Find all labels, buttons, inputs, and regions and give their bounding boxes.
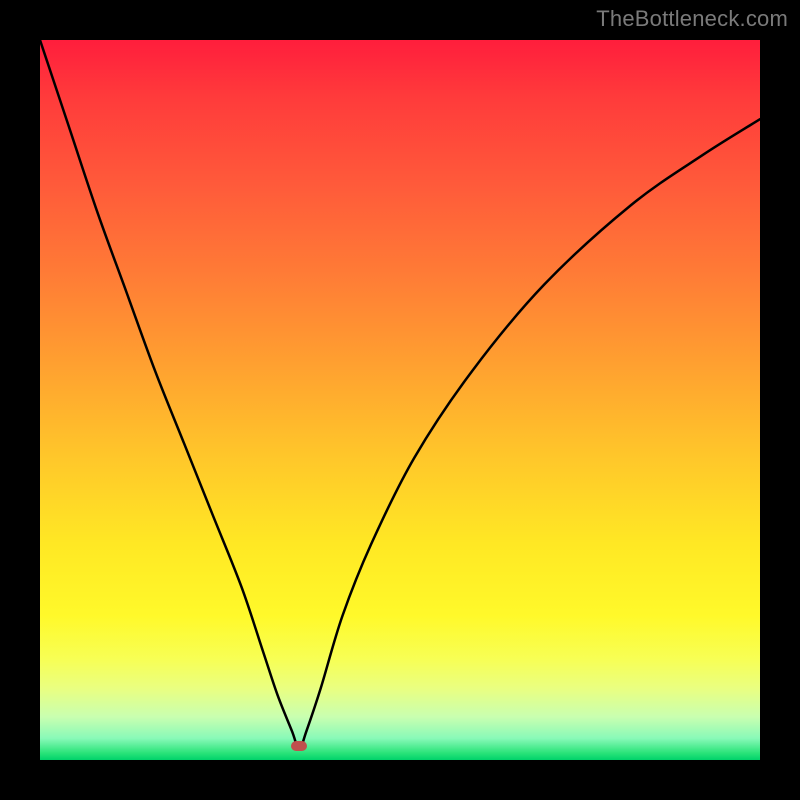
optimal-marker [291,741,307,751]
plot-area [40,40,760,760]
watermark-text: TheBottleneck.com [596,6,788,32]
curve-path [40,40,760,749]
bottleneck-curve [40,40,760,760]
chart-frame: TheBottleneck.com [0,0,800,800]
